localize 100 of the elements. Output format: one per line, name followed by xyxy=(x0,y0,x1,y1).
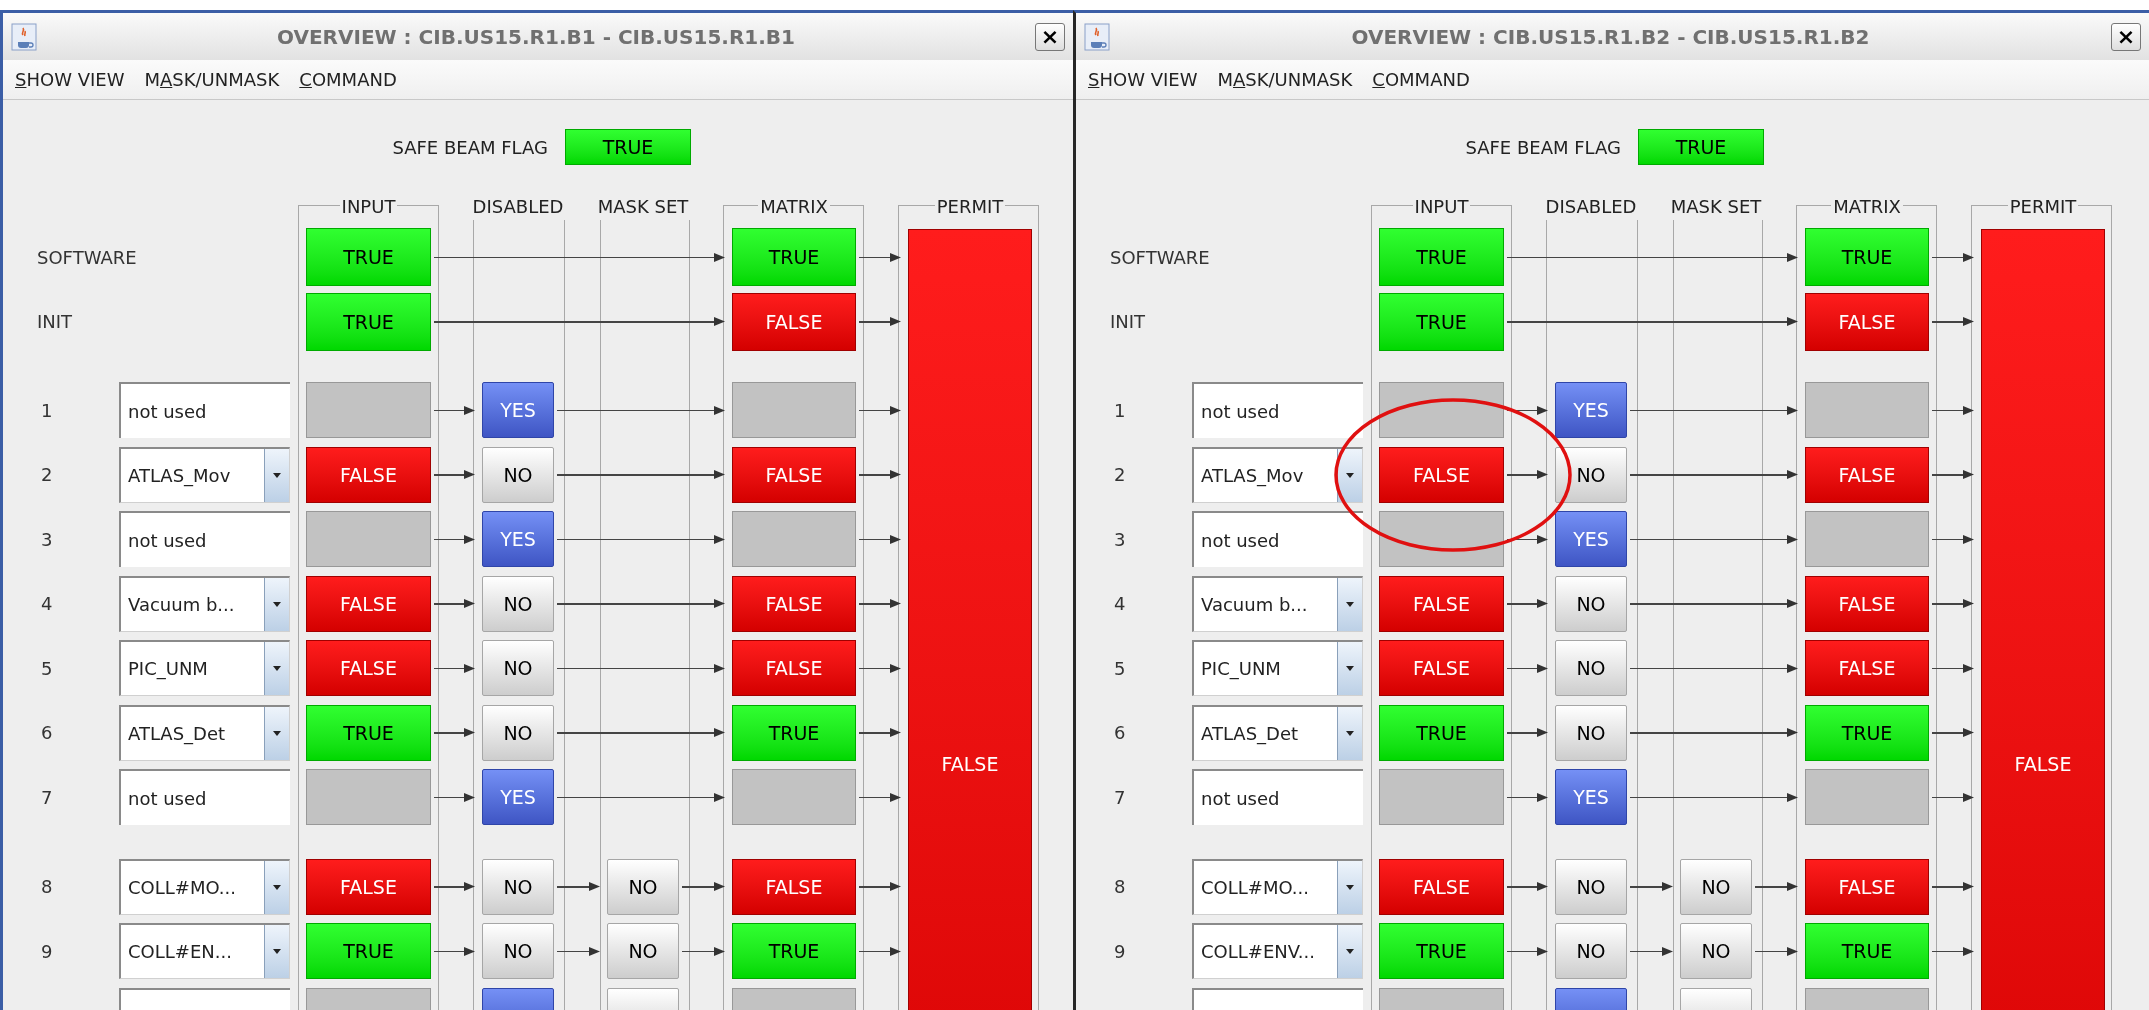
safe-beam-indicator: TRUE xyxy=(1638,129,1764,165)
dropdown[interactable]: COLL#ENV... xyxy=(1192,923,1363,980)
toggle-button[interactable]: NO xyxy=(482,446,554,503)
connector-arrow xyxy=(434,946,475,956)
connector-arrow xyxy=(859,534,901,544)
row-number: 7 xyxy=(1113,785,1127,810)
status-indicator: TRUE xyxy=(306,923,431,980)
status-indicator: TRUE xyxy=(732,923,856,980)
connector-arrow xyxy=(859,470,901,480)
dropdown-button[interactable] xyxy=(1337,706,1362,760)
menu-item[interactable]: SHOW VIEW xyxy=(1088,66,1198,93)
toggle-button[interactable]: NO xyxy=(1680,858,1752,915)
toggle-button[interactable]: NO xyxy=(482,640,554,697)
toggle-button[interactable]: NO xyxy=(1555,858,1627,915)
dropdown-button[interactable] xyxy=(264,860,289,914)
dropdown-button[interactable] xyxy=(264,925,289,979)
text-field[interactable]: not used xyxy=(1192,382,1363,439)
toggle-button[interactable]: YES xyxy=(482,382,554,439)
caret-icon xyxy=(273,949,281,955)
toggle-button[interactable]: NO xyxy=(1680,923,1752,980)
caret-icon xyxy=(273,884,281,890)
dropdown[interactable]: Vacuum b... xyxy=(1192,575,1363,632)
dropdown-button[interactable] xyxy=(1337,860,1362,914)
toggle-button[interactable]: NO xyxy=(1555,704,1627,761)
dropdown-button[interactable] xyxy=(1337,642,1362,696)
dropdown-button[interactable] xyxy=(264,642,289,696)
dropdown[interactable]: ATLAS_Det xyxy=(1192,704,1363,761)
caret-icon xyxy=(273,730,281,736)
dropdown[interactable]: Vacuum b... xyxy=(119,575,290,632)
close-button[interactable]: × xyxy=(2111,22,2141,51)
row-number: 2 xyxy=(40,463,54,488)
text-field[interactable]: not used xyxy=(119,382,290,439)
permit-indicator: FALSE xyxy=(908,229,1032,1010)
status-indicator: TRUE xyxy=(1379,923,1504,980)
toggle-button[interactable]: NO xyxy=(607,923,679,980)
dropdown-button[interactable] xyxy=(264,706,289,760)
toggle-button[interactable]: NO xyxy=(607,858,679,915)
toggle-button[interactable]: NO xyxy=(1555,575,1627,632)
connector-arrow xyxy=(1630,882,1673,892)
status-indicator: FALSE xyxy=(1379,858,1504,915)
dropdown[interactable]: ATLAS_Mov xyxy=(1192,446,1363,503)
status-indicator: FALSE xyxy=(732,575,856,632)
connector-arrow xyxy=(859,882,901,892)
dropdown[interactable]: COLL#MO... xyxy=(1192,858,1363,915)
connector-arrow xyxy=(557,882,600,892)
status-indicator: TRUE xyxy=(1379,228,1504,287)
toggle-button[interactable]: YES xyxy=(1555,769,1627,826)
caret-icon xyxy=(1346,730,1354,736)
menu-item[interactable]: COMMAND xyxy=(299,66,397,93)
toggle-button[interactable]: NO xyxy=(482,575,554,632)
status-indicator: FALSE xyxy=(1379,640,1504,697)
connector-arrow xyxy=(1755,946,1798,956)
toggle-button[interactable]: NO xyxy=(482,858,554,915)
dropdown[interactable]: COLL#EN... xyxy=(119,923,290,980)
safe-beam-label: SAFE BEAM FLAG xyxy=(1464,135,1622,160)
caret-icon xyxy=(1346,666,1354,672)
toggle-button[interactable]: NO xyxy=(1555,923,1627,980)
text-field[interactable]: not used xyxy=(1192,769,1363,826)
connector-arrow xyxy=(434,663,475,673)
dropdown-button[interactable] xyxy=(264,577,289,631)
dropdown[interactable]: ATLAS_Det xyxy=(119,704,290,761)
toggle-button[interactable]: YES xyxy=(1555,382,1627,439)
dropdown[interactable]: PIC_UNM xyxy=(1192,640,1363,697)
toggle-button[interactable]: NO xyxy=(482,704,554,761)
safe-beam-label: SAFE BEAM FLAG xyxy=(391,135,549,160)
dropdown-button[interactable] xyxy=(1337,925,1362,979)
row-number: 9 xyxy=(1113,939,1127,964)
text-field[interactable]: not used xyxy=(119,511,290,568)
connector-arrow xyxy=(557,946,600,956)
dropdown-button[interactable] xyxy=(1337,577,1362,631)
text-field[interactable]: not used xyxy=(119,769,290,826)
connector-arrow xyxy=(1932,792,1974,802)
toggle-button[interactable]: YES xyxy=(1555,511,1627,568)
connector-arrow xyxy=(434,792,475,802)
toggle-button[interactable]: YES xyxy=(482,511,554,568)
toggle-button[interactable]: NO xyxy=(482,923,554,980)
toggle-button[interactable]: NO xyxy=(1555,640,1627,697)
menu-item[interactable]: COMMAND xyxy=(1372,66,1470,93)
menu-item[interactable]: MASK/UNMASK xyxy=(144,66,280,93)
text-field[interactable]: not used xyxy=(1192,511,1363,568)
row-number: 7 xyxy=(40,785,54,810)
status-indicator: TRUE xyxy=(306,292,431,351)
dropdown[interactable]: ATLAS_Mov xyxy=(119,446,290,503)
dropdown[interactable]: COLL#MO... xyxy=(119,858,290,915)
toggle-button[interactable]: YES xyxy=(482,769,554,826)
connector-arrow xyxy=(859,728,901,738)
menu-item[interactable]: SHOW VIEW xyxy=(15,66,125,93)
status-indicator: TRUE xyxy=(306,704,431,761)
row-number: 8 xyxy=(1113,875,1127,900)
close-button[interactable]: × xyxy=(1035,22,1065,51)
status-indicator: TRUE xyxy=(1805,228,1929,287)
menu-item[interactable]: MASK/UNMASK xyxy=(1217,66,1353,93)
connector-arrow xyxy=(1507,792,1548,802)
status-indicator: FALSE xyxy=(1805,446,1929,503)
row-number: 1 xyxy=(1113,398,1127,423)
row-number: 3 xyxy=(40,527,54,552)
dropdown[interactable]: PIC_UNM xyxy=(119,640,290,697)
toggle-button[interactable]: NO xyxy=(1555,446,1627,503)
dropdown-button[interactable] xyxy=(264,448,289,502)
connector-arrow xyxy=(1932,470,1974,480)
